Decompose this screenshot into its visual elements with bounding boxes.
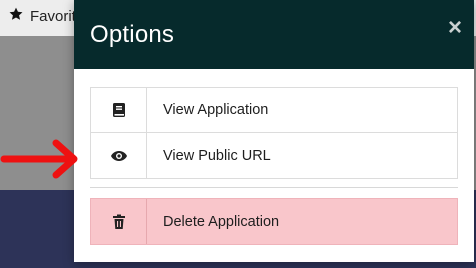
- screen: Favorit Options × View Application View …: [0, 0, 476, 268]
- view-application-button[interactable]: View Application: [90, 87, 458, 133]
- delete-application-button[interactable]: Delete Application: [90, 198, 458, 245]
- divider: [90, 187, 458, 188]
- red-arrow-icon: [0, 139, 78, 179]
- modal-header: Options ×: [74, 0, 474, 69]
- options-modal: Options × View Application View Public U…: [74, 0, 474, 262]
- close-icon[interactable]: ×: [444, 16, 466, 40]
- favorites-label: Favorit: [30, 7, 76, 25]
- favorites-button[interactable]: Favorit: [8, 6, 76, 26]
- trash-icon: [91, 199, 147, 244]
- view-public-url-button[interactable]: View Public URL: [90, 133, 458, 179]
- view-public-url-label: View Public URL: [163, 147, 271, 164]
- view-application-label: View Application: [163, 102, 269, 118]
- star-icon: [8, 6, 24, 26]
- options-list: View Application View Public URL: [90, 87, 458, 179]
- delete-application-label: Delete Application: [163, 213, 280, 230]
- book-icon: [91, 88, 147, 132]
- eye-icon: [91, 133, 147, 178]
- modal-title: Options: [90, 20, 175, 48]
